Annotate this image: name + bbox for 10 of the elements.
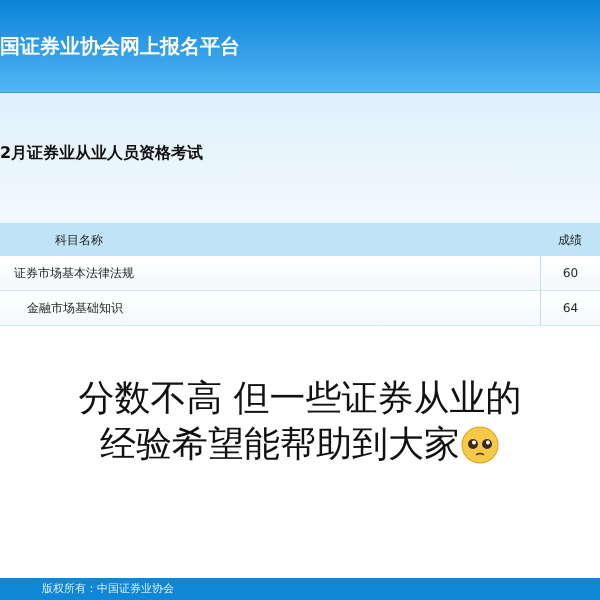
table-cell: 60 [540,256,600,291]
emoji-icon [460,425,500,465]
caption-text: 经验希望能帮助到大家 [100,423,460,467]
column-header: 成绩 [540,223,600,256]
site-title: 国证券业协会网上报名平台 [0,33,240,60]
caption-text: 分数不高 但一些证券从业的 [78,377,522,421]
table-cell: 64 [540,291,600,326]
column-header: 科目名称 [0,223,540,256]
copyright-text: 版权所有：中国证券业协会 [42,580,174,597]
exam-title: 2月证券业从业人员资格考试 [0,142,204,164]
